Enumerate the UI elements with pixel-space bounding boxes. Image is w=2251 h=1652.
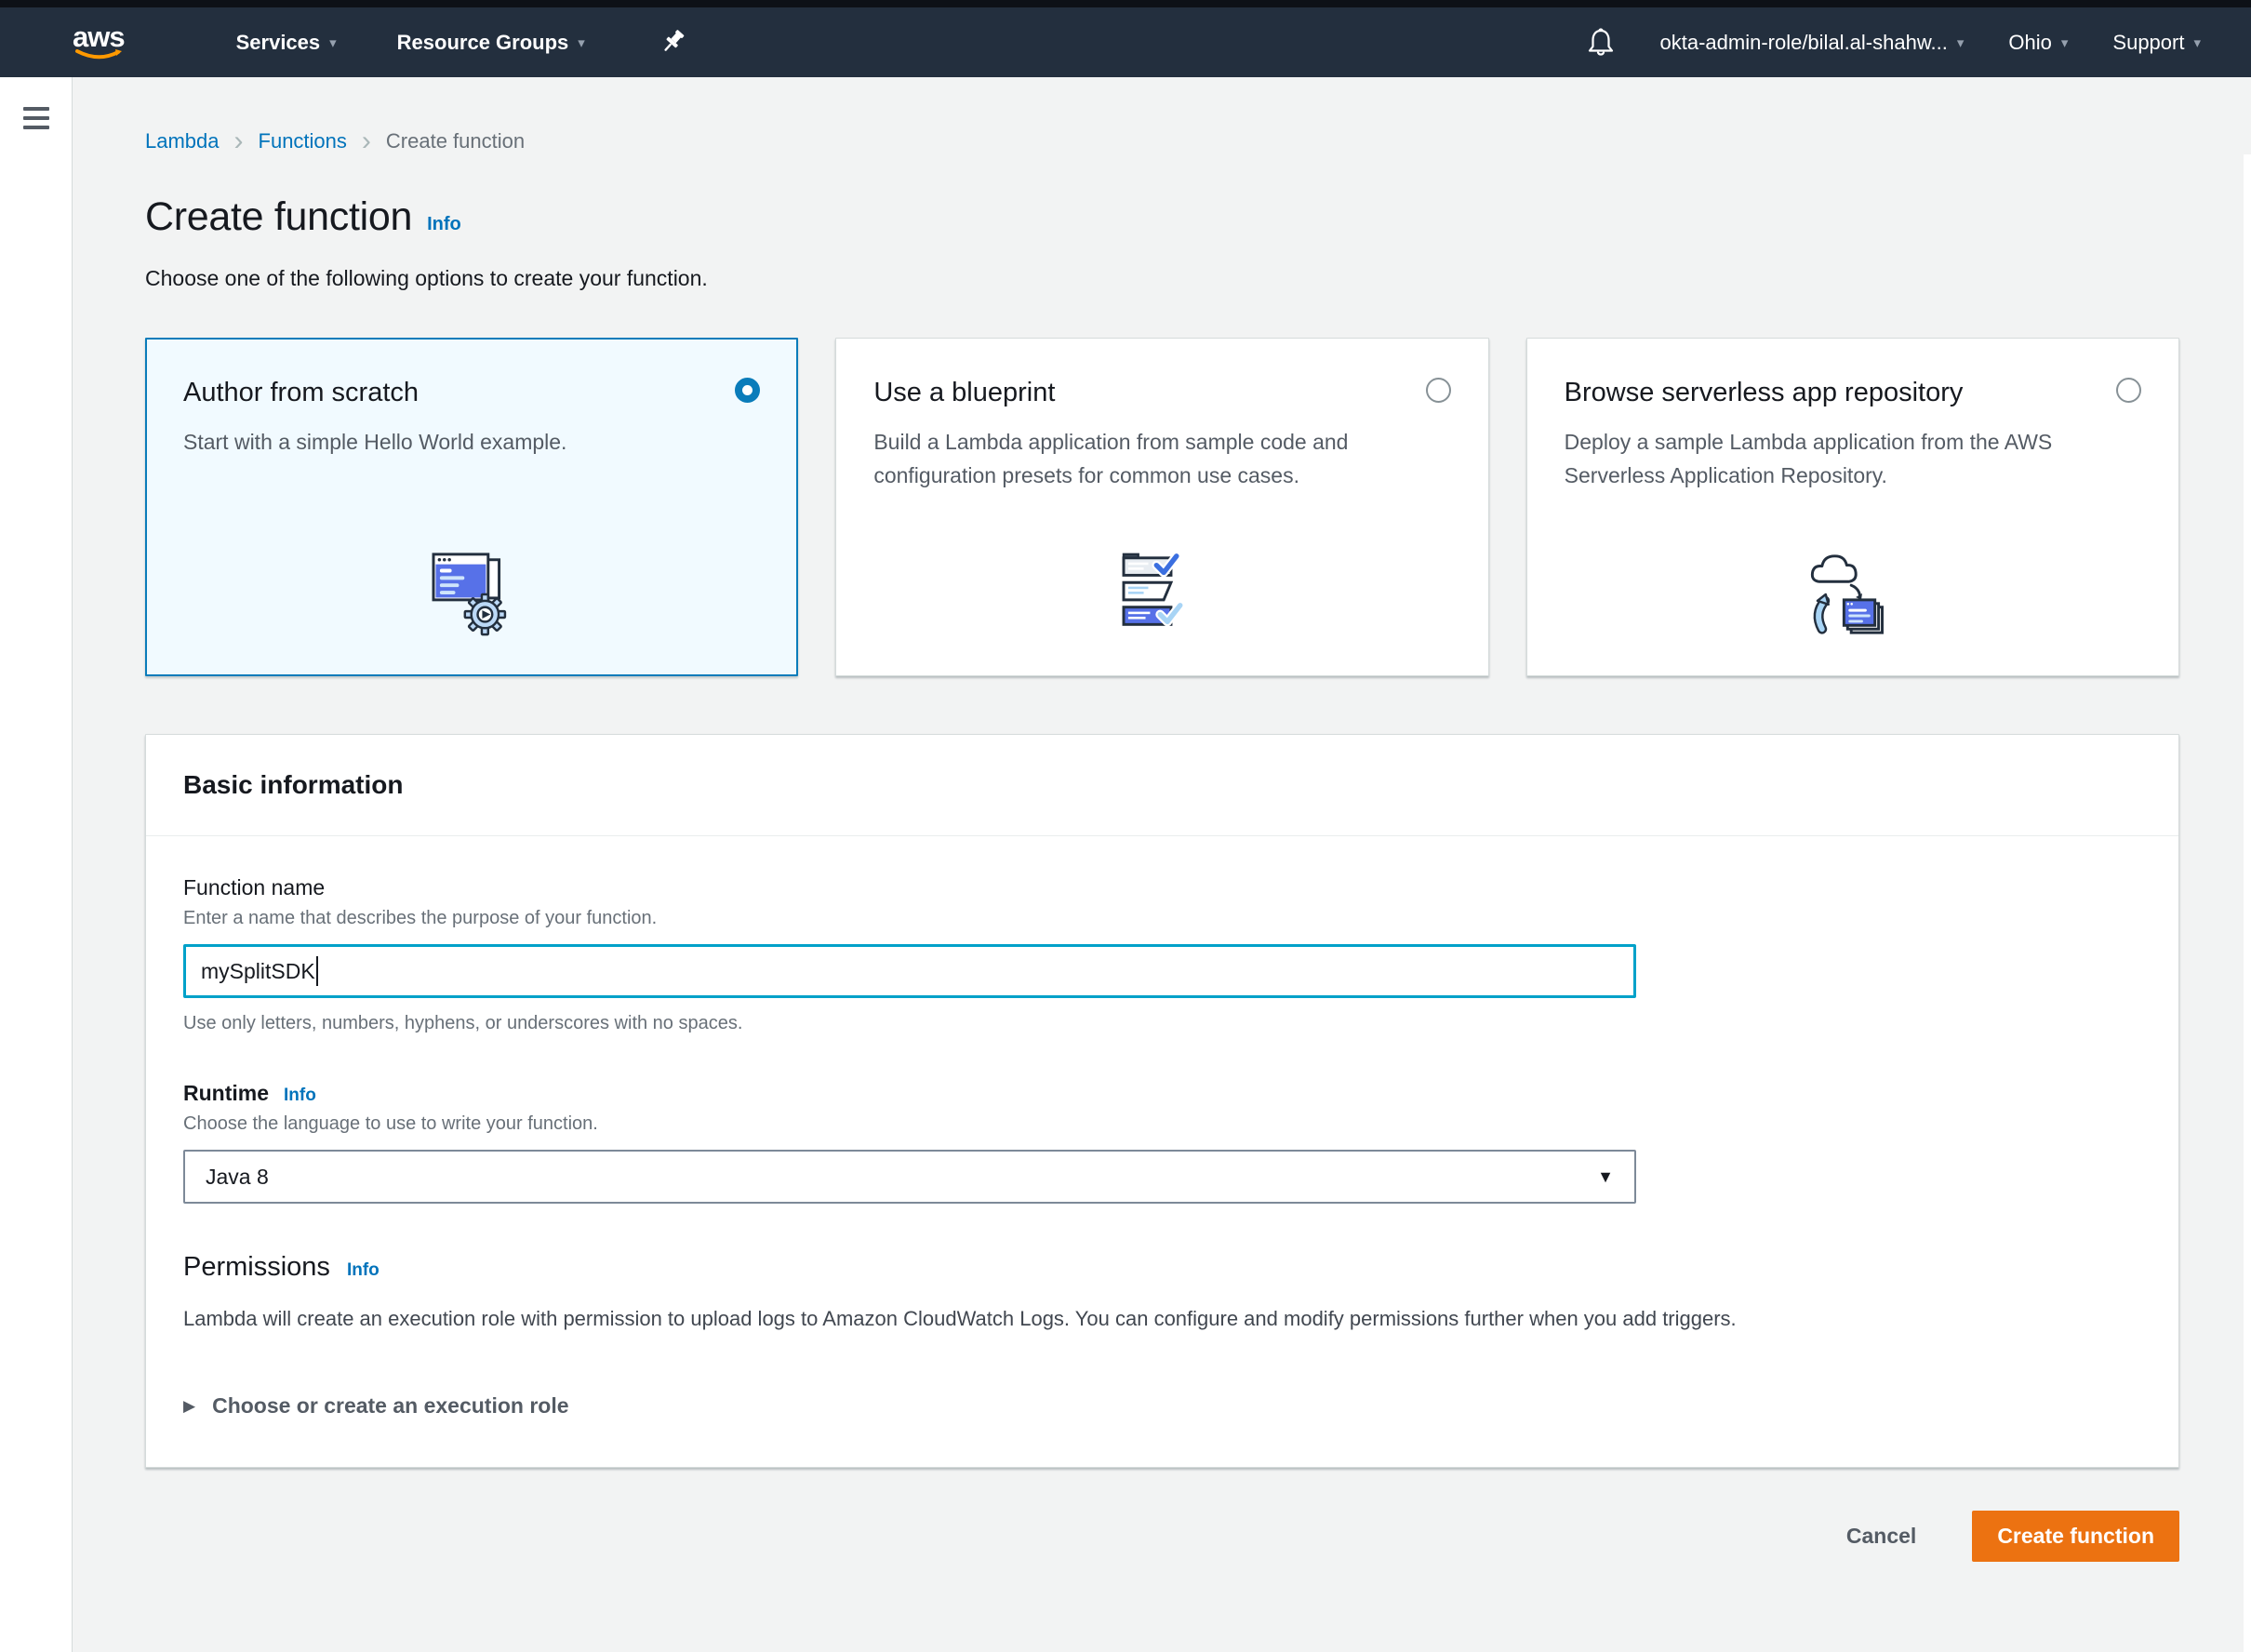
expander-caret-icon: ▶ <box>183 1397 195 1416</box>
notifications-bell-icon[interactable] <box>1587 27 1615 59</box>
breadcrumb-lambda-link[interactable]: Lambda <box>145 129 220 153</box>
pin-icon[interactable] <box>659 28 687 58</box>
breadcrumb-separator-icon: › <box>234 132 244 151</box>
nav-account-menu[interactable]: okta-admin-role/bilal.al-shahw... ▾ <box>1659 31 1964 55</box>
chevron-down-icon: ▾ <box>2061 34 2069 51</box>
runtime-label: Runtime <box>183 1081 269 1106</box>
execution-role-expander[interactable]: ▶ Choose or create an execution role <box>183 1393 2141 1419</box>
text-cursor <box>316 956 318 986</box>
option-card-description: Start with a simple Hello World example. <box>183 426 760 460</box>
runtime-description: Choose the language to use to write your… <box>183 1113 2141 1135</box>
option-card-description: Build a Lambda application from sample c… <box>873 426 1450 492</box>
runtime-info-link[interactable]: Info <box>284 1086 316 1106</box>
window-top-strip <box>0 0 2251 7</box>
cancel-button[interactable]: Cancel <box>1833 1514 1929 1558</box>
page-subtitle: Choose one of the following options to c… <box>145 266 2179 291</box>
scrollbar-gutter <box>2244 154 2251 1652</box>
navbar-right: okta-admin-role/bilal.al-shahw... ▾ Ohio… <box>1587 27 2201 59</box>
browse-serverless-app-repository-icon <box>1565 549 2141 640</box>
chevron-down-icon: ▾ <box>329 34 337 51</box>
title-info-link[interactable]: Info <box>427 214 461 235</box>
nav-resource-groups[interactable]: Resource Groups ▾ <box>397 31 585 55</box>
chevron-down-icon: ▾ <box>578 34 585 51</box>
option-card-browse-serverless-app-repository[interactable]: Browse serverless app repository Deploy … <box>1526 338 2179 676</box>
select-caret-icon: ▼ <box>1597 1167 1614 1187</box>
function-name-input[interactable]: mySplitSDK <box>183 944 1636 998</box>
basic-information-title: Basic information <box>183 770 403 799</box>
use-a-blueprint-icon <box>873 549 1450 640</box>
hamburger-menu-button[interactable] <box>23 103 49 133</box>
option-card-title: Browse serverless app repository <box>1565 376 1964 409</box>
function-name-constraint: Use only letters, numbers, hyphens, or u… <box>183 1013 2141 1034</box>
navbar-left: aws Services ▾ Resource Groups ▾ <box>0 25 687 60</box>
chevron-down-icon: ▾ <box>2193 34 2201 51</box>
chevron-down-icon: ▾ <box>1957 34 1965 51</box>
nav-support-menu[interactable]: Support ▾ <box>2112 31 2201 55</box>
aws-logo[interactable]: aws <box>73 25 125 60</box>
author-from-scratch-icon <box>183 549 760 640</box>
breadcrumb-separator-icon: › <box>362 132 371 151</box>
option-card-author-from-scratch[interactable]: Author from scratch Start with a simple … <box>145 338 798 676</box>
use-a-blueprint-radio[interactable] <box>1426 378 1451 403</box>
breadcrumb-functions-link[interactable]: Functions <box>259 129 347 153</box>
left-sidebar <box>0 77 73 1652</box>
create-function-button[interactable]: Create function <box>1972 1511 2179 1562</box>
aws-logo-text: aws <box>73 25 125 49</box>
permissions-info-link[interactable]: Info <box>347 1260 380 1281</box>
option-card-description: Deploy a sample Lambda application from … <box>1565 426 2141 492</box>
option-card-title: Author from scratch <box>183 376 419 409</box>
basic-information-header: Basic information <box>146 735 2178 836</box>
execution-role-expander-label: Choose or create an execution role <box>212 1393 568 1419</box>
function-name-description: Enter a name that describes the purpose … <box>183 908 2141 929</box>
nav-services[interactable]: Services ▾ <box>236 31 337 55</box>
option-card-use-a-blueprint[interactable]: Use a blueprint Build a Lambda applicati… <box>835 338 1488 676</box>
aws-smile-icon <box>74 49 123 60</box>
permissions-heading: Permissions <box>183 1252 330 1283</box>
runtime-select[interactable]: Java 8 ▼ <box>183 1150 1636 1204</box>
runtime-selected-value: Java 8 <box>206 1165 269 1190</box>
permissions-description: Lambda will create an execution role wit… <box>183 1303 2141 1334</box>
breadcrumb: Lambda › Functions › Create function <box>145 129 2179 153</box>
page-title: Create function <box>145 194 412 240</box>
nav-region-menu[interactable]: Ohio ▾ <box>2008 31 2068 55</box>
creation-option-cards: Author from scratch Start with a simple … <box>145 338 2179 676</box>
browse-serverless-app-repository-radio[interactable] <box>2116 378 2141 403</box>
option-card-title: Use a blueprint <box>873 376 1055 409</box>
basic-information-panel: Basic information Function name Enter a … <box>145 734 2179 1468</box>
function-name-label: Function name <box>183 875 2141 900</box>
form-actions: Cancel Create function <box>145 1511 2179 1562</box>
aws-console-navbar: aws Services ▾ Resource Groups ▾ <box>0 7 2251 77</box>
author-from-scratch-radio[interactable] <box>735 378 760 403</box>
main-content: Lambda › Functions › Create function Cre… <box>73 77 2251 1652</box>
function-name-value: mySplitSDK <box>201 959 315 984</box>
breadcrumb-current: Create function <box>386 129 525 153</box>
